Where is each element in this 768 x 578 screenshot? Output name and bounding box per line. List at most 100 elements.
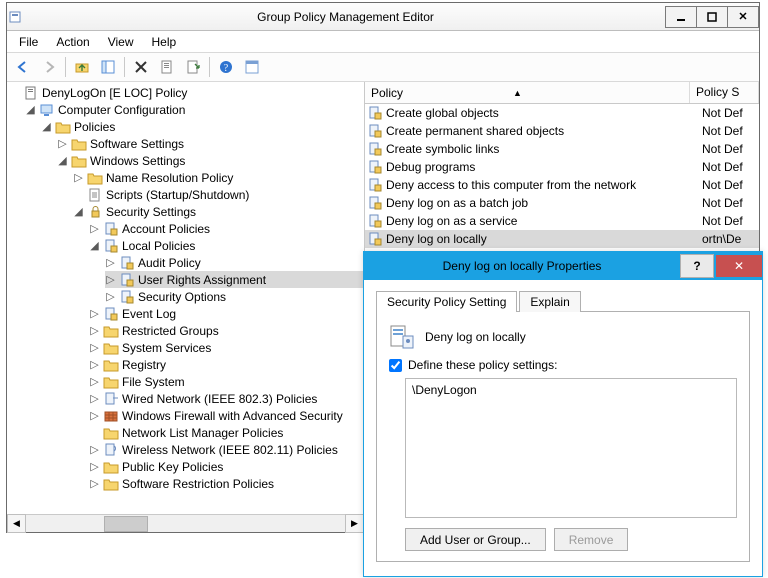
list-row[interactable]: Debug programsNot Def: [365, 158, 759, 176]
define-settings-checkbox[interactable]: [389, 359, 402, 372]
computer-icon: [39, 102, 55, 118]
tree-account-policies[interactable]: Account Policies: [122, 222, 210, 236]
svg-text:?: ?: [224, 63, 229, 74]
list-row[interactable]: Create permanent shared objectsNot Def: [365, 122, 759, 140]
list-row[interactable]: Deny log on as a batch jobNot Def: [365, 194, 759, 212]
up-folder-button[interactable]: [70, 55, 94, 79]
list-row[interactable]: Create global objects Not Def: [365, 104, 759, 122]
policy-setting: Not Def: [702, 214, 743, 228]
dialog-tabs: Security Policy Setting Explain: [376, 291, 750, 312]
tree-user-rights[interactable]: User Rights Assignment: [138, 273, 266, 287]
policy-item-icon: [367, 213, 383, 229]
folder-icon: [103, 374, 119, 390]
policy-node-icon: [119, 289, 135, 305]
menu-action[interactable]: Action: [48, 33, 97, 51]
tree-nlm[interactable]: Network List Manager Policies: [122, 426, 283, 440]
policy-name: Deny log on as a service: [386, 214, 517, 228]
close-button[interactable]: ✕: [727, 6, 759, 28]
tree-local-policies[interactable]: Local Policies: [122, 239, 195, 253]
tree-restricted-groups[interactable]: Restricted Groups: [122, 324, 219, 338]
folder-icon: [103, 323, 119, 339]
filter-button[interactable]: [240, 55, 264, 79]
tree-audit-policy[interactable]: Audit Policy: [138, 256, 201, 270]
dialog-close-button[interactable]: ✕: [716, 255, 762, 277]
column-policy[interactable]: Policy▲: [365, 82, 690, 103]
tree-software-settings[interactable]: Software Settings: [90, 137, 184, 151]
column-setting[interactable]: Policy S: [690, 82, 759, 103]
tree-horizontal-scrollbar[interactable]: ◀ ▶: [7, 514, 364, 532]
export-list-button[interactable]: [181, 55, 205, 79]
define-settings-label: Define these policy settings:: [408, 358, 557, 372]
policy-name: Deny log on as a batch job: [386, 196, 528, 210]
policy-item-icon: [367, 105, 383, 121]
tab-security-policy-setting[interactable]: Security Policy Setting: [376, 291, 517, 312]
policy-item-icon: [367, 177, 383, 193]
dialog-help-button[interactable]: ?: [680, 254, 714, 278]
network-icon: [103, 442, 119, 458]
tree-policies[interactable]: Policies: [74, 120, 115, 134]
tree-firewall[interactable]: Windows Firewall with Advanced Security: [122, 409, 343, 423]
principals-listbox[interactable]: \DenyLogon: [405, 378, 737, 518]
tree-root[interactable]: DenyLogOn [E LOC] Policy: [42, 86, 187, 100]
scroll-thumb[interactable]: [104, 516, 148, 532]
policy-setting: Not Def: [702, 106, 743, 120]
tree-registry[interactable]: Registry: [122, 358, 166, 372]
folder-icon: [71, 136, 87, 152]
define-settings-row[interactable]: Define these policy settings:: [389, 358, 737, 372]
window-title: Group Policy Management Editor: [25, 10, 666, 24]
policy-setting: Not Def: [702, 160, 743, 174]
tree-security-options[interactable]: Security Options: [138, 290, 226, 304]
folder-icon: [55, 119, 71, 135]
tree-windows-settings[interactable]: Windows Settings: [90, 154, 185, 168]
menu-help[interactable]: Help: [144, 33, 185, 51]
security-icon: [87, 204, 103, 220]
tree-system-services[interactable]: System Services: [122, 341, 211, 355]
tree-pki[interactable]: Public Key Policies: [122, 460, 223, 474]
policy-setting: Not Def: [702, 142, 743, 156]
policy-name: Deny log on locally: [386, 232, 487, 246]
tree-srp[interactable]: Software Restriction Policies: [122, 477, 274, 491]
scroll-left-button[interactable]: ◀: [7, 514, 26, 533]
titlebar: Group Policy Management Editor ✕: [7, 3, 759, 31]
list-row[interactable]: Deny log on locallyortn\De: [365, 230, 759, 248]
show-hide-tree-button[interactable]: [96, 55, 120, 79]
dialog-titlebar: Deny log on locally Properties ? ✕: [364, 252, 762, 280]
policy-name: Create permanent shared objects: [386, 124, 564, 138]
policy-item-icon: [367, 141, 383, 157]
tree-file-system[interactable]: File System: [122, 375, 185, 389]
list-item[interactable]: \DenyLogon: [412, 383, 730, 397]
tree-wired[interactable]: Wired Network (IEEE 802.3) Policies: [122, 392, 317, 406]
tree-computer-config[interactable]: Computer Configuration: [58, 103, 185, 117]
tree-scripts[interactable]: Scripts (Startup/Shutdown): [106, 188, 249, 202]
tab-explain[interactable]: Explain: [519, 291, 580, 312]
tree-wireless[interactable]: Wireless Network (IEEE 802.11) Policies: [122, 443, 338, 457]
properties-button[interactable]: [155, 55, 179, 79]
policy-icon: [23, 85, 39, 101]
list-row[interactable]: Deny log on as a service Not Def: [365, 212, 759, 230]
add-user-or-group-button[interactable]: Add User or Group...: [405, 528, 546, 551]
help-button[interactable]: ?: [214, 55, 238, 79]
app-icon: [7, 9, 25, 25]
tree-event-log[interactable]: Event Log: [122, 307, 176, 321]
maximize-button[interactable]: [696, 6, 728, 28]
policy-node-icon: [119, 272, 135, 288]
list-row[interactable]: Create symbolic linksNot Def: [365, 140, 759, 158]
delete-button[interactable]: [129, 55, 153, 79]
tree-name-resolution[interactable]: Name Resolution Policy: [106, 171, 233, 185]
script-icon: [87, 187, 103, 203]
list-row[interactable]: Deny access to this computer from the ne…: [365, 176, 759, 194]
policy-node-icon: [103, 221, 119, 237]
console-tree[interactable]: ▷DenyLogOn [E LOC] Policy ◢Computer Conf…: [7, 82, 364, 514]
minimize-button[interactable]: [665, 6, 697, 28]
menu-view[interactable]: View: [100, 33, 142, 51]
remove-button[interactable]: Remove: [554, 528, 629, 551]
tree-security-settings[interactable]: Security Settings: [106, 205, 196, 219]
back-button[interactable]: [11, 55, 35, 79]
scroll-right-button[interactable]: ▶: [345, 514, 364, 533]
forward-button[interactable]: [37, 55, 61, 79]
policy-name: Create global objects: [386, 106, 499, 120]
folder-icon: [103, 357, 119, 373]
folder-icon: [103, 459, 119, 475]
folder-icon: [103, 476, 119, 492]
menu-file[interactable]: File: [11, 33, 46, 51]
